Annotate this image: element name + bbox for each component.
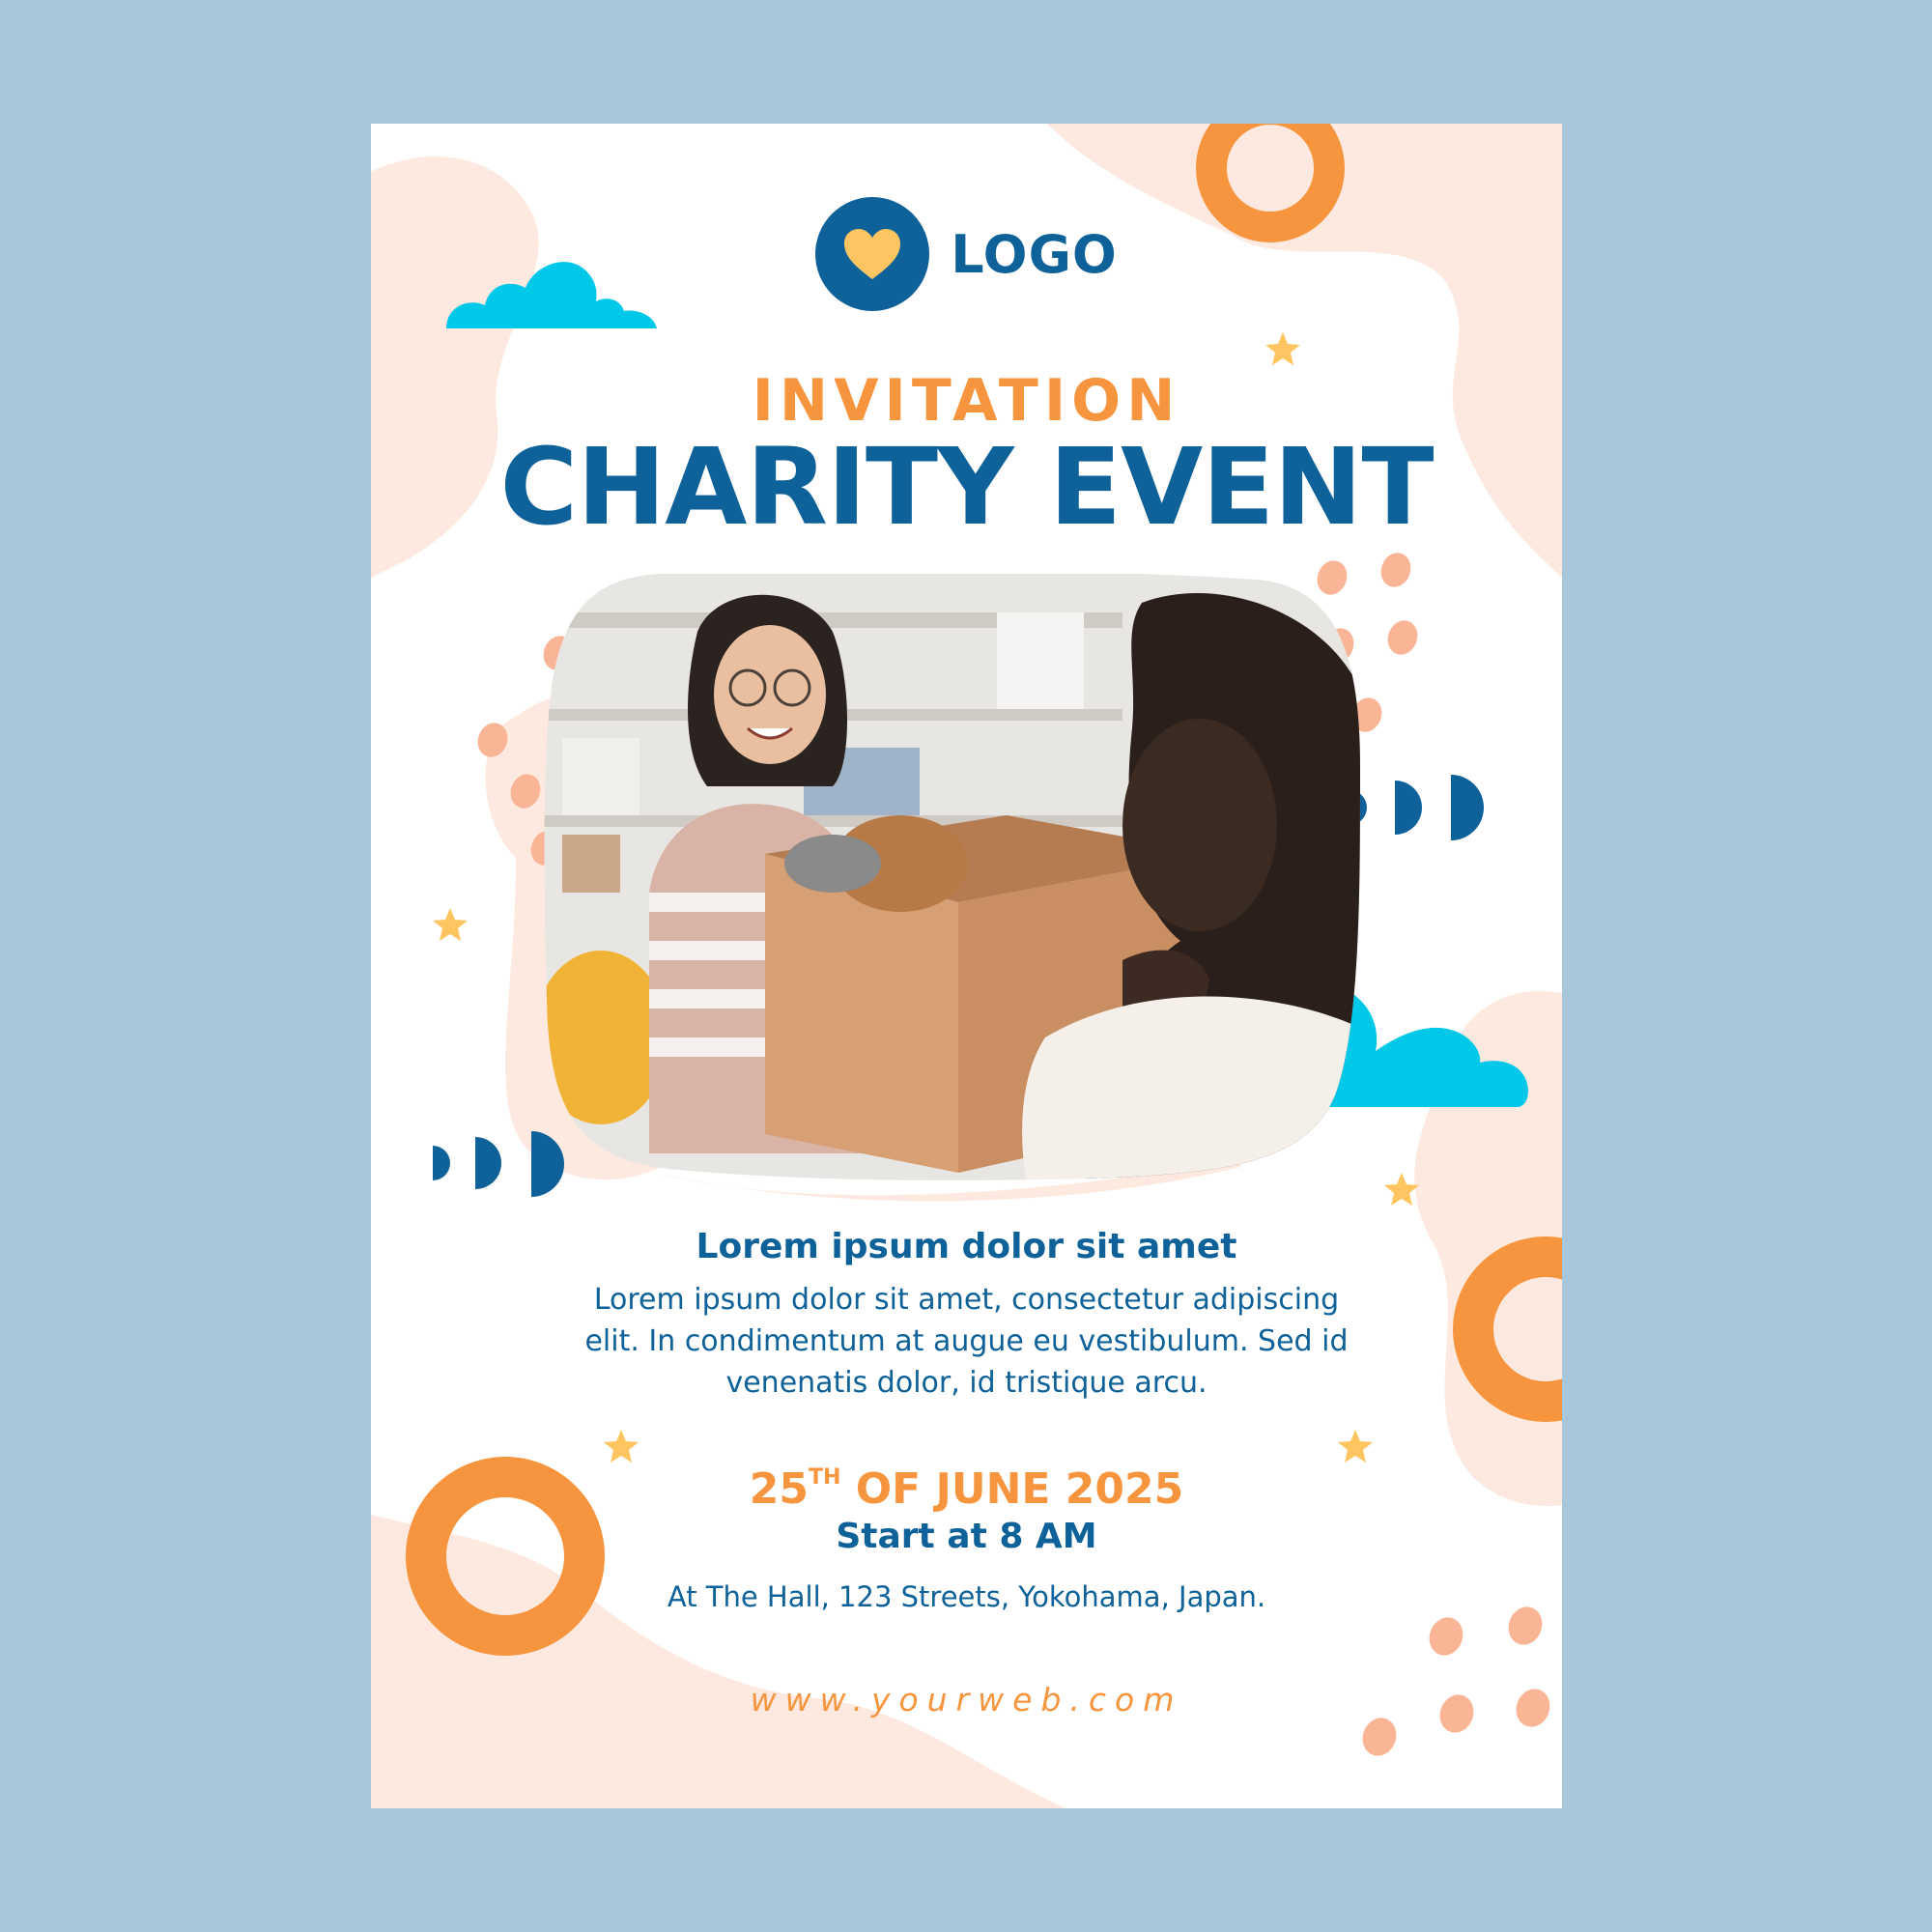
invitation-poster: LOGO INVITATION CHARITY EVENT Lorem ipsu… — [371, 124, 1562, 1808]
details-body: Lorem ipsum dolor sit amet, consectetur … — [584, 1283, 1349, 1400]
star-icon — [604, 1430, 639, 1463]
details-heading: Lorem ipsum dolor sit amet — [696, 1227, 1237, 1266]
date-rest: OF JUNE 2025 — [840, 1464, 1184, 1514]
logo-badge — [815, 197, 930, 311]
website-link[interactable]: www.yourweb.com — [371, 1681, 1562, 1719]
heart-icon — [844, 229, 901, 279]
event-date: 25TH OF JUNE 2025 — [371, 1464, 1562, 1514]
peach-blob-bottom — [371, 1515, 1066, 1808]
start-time: Start at 8 AM — [836, 1517, 1097, 1556]
event-title: CHARITY EVENT — [499, 425, 1434, 549]
logo: LOGO — [371, 197, 1562, 311]
navy-arrows-right — [1350, 775, 1484, 840]
star-icon — [1265, 332, 1300, 365]
date-suffix: TH — [808, 1465, 841, 1490]
event-photo — [544, 574, 1360, 1180]
date-day: 25 — [749, 1464, 809, 1514]
star-icon — [1338, 1430, 1373, 1463]
star-icon — [1384, 1173, 1419, 1206]
logo-text: LOGO — [951, 223, 1118, 285]
event-address: At The Hall, 123 Streets, Yokohama, Japa… — [667, 1580, 1266, 1613]
star-icon — [433, 908, 468, 941]
